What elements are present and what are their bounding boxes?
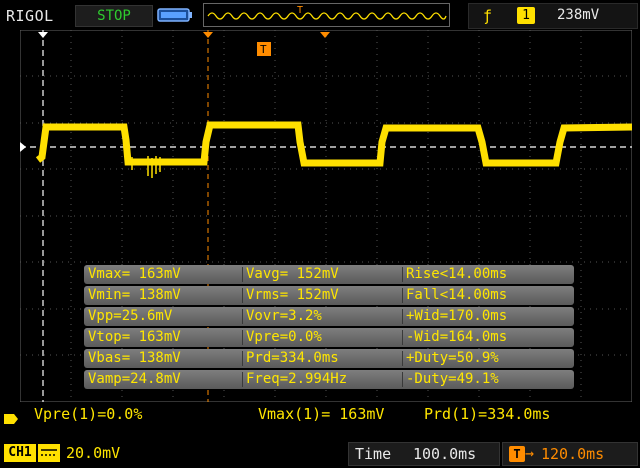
trigger-badge-label: T — [260, 43, 267, 56]
measurement-vpp: Vpp=25.6mV — [88, 308, 173, 324]
measurement-fall: Fall<14.00ms — [406, 287, 508, 303]
measurement-vovr: Vovr=3.2% — [246, 308, 322, 324]
memory-depth-waveform-preview: T — [203, 3, 450, 27]
channel1-vertical-scale[interactable]: 20.0mV — [66, 444, 120, 462]
measurement-row: Vamp=24.8mV Freq=2.994Hz -Duty=49.1% — [84, 370, 574, 389]
bottom-status-bar: CH1 20.0mV Time 100.0ms T → 120.0ms — [0, 436, 640, 468]
measurement-pos-duty: +Duty=50.9% — [406, 350, 499, 366]
measurement-row: Vtop= 163mV Vpre=0.0% -Wid=164.0ms — [84, 328, 574, 347]
channel1-button[interactable]: CH1 — [4, 444, 36, 462]
dc-coupling-icon — [38, 444, 60, 462]
measurement-vamp: Vamp=24.8mV — [88, 371, 181, 387]
measurement-row: Vmin= 138mV Vrms= 152mV Fall<14.00ms — [84, 286, 574, 305]
trigger-offset-value: 120.0ms — [541, 445, 605, 463]
measurement-vmin: Vmin= 138mV — [88, 287, 181, 303]
measurement-neg-width: -Wid=164.0ms — [406, 329, 508, 345]
brand-logo: RIGOL — [6, 7, 54, 25]
measurement-vpre: Vpre=0.0% — [246, 329, 322, 345]
timebase-panel[interactable]: Time 100.0ms — [348, 442, 500, 466]
measurement-period: Prd=334.0ms — [246, 350, 339, 366]
summary-vmax: Vmax(1)= 163mV — [258, 405, 385, 423]
trigger-offset-panel[interactable]: T → 120.0ms — [502, 442, 638, 466]
memory-trigger-marker: T — [297, 5, 303, 16]
trigger-offset-icon: T — [509, 446, 525, 462]
measurement-vrms: Vrms= 152mV — [246, 287, 339, 303]
rising-edge-icon: ƒ — [483, 7, 493, 25]
measurement-vmax: Vmax= 163mV — [88, 266, 181, 282]
measurement-frequency: Freq=2.994Hz — [246, 371, 348, 387]
right-arrow-icon: → — [525, 444, 535, 462]
measurement-row: Vbas= 138mV Prd=334.0ms +Duty=50.9% — [84, 349, 574, 368]
top-status-bar: RIGOL STOP T ƒ 1 238mV — [0, 0, 640, 30]
measurements-table: Vmax= 163mV Vavg= 152mV Rise<14.00ms Vmi… — [84, 265, 574, 391]
trigger-panel[interactable]: ƒ 1 238mV — [468, 3, 638, 29]
summary-vpre: Vpre(1)=0.0% — [34, 405, 143, 423]
measurement-row: Vpp=25.6mV Vovr=3.2% +Wid=170.0ms — [84, 307, 574, 326]
measurement-rise: Rise<14.00ms — [406, 266, 508, 282]
measurement-vbas: Vbas= 138mV — [88, 350, 181, 366]
battery-icon — [157, 8, 192, 22]
measurement-neg-duty: -Duty=49.1% — [406, 371, 499, 387]
run-stop-status[interactable]: STOP — [75, 5, 153, 27]
timebase-label: Time — [355, 445, 392, 463]
trigger-source-channel: 1 — [517, 7, 535, 24]
measurement-vtop: Vtop= 163mV — [88, 329, 181, 345]
trigger-level: 238mV — [557, 7, 600, 23]
measurement-row: Vmax= 163mV Vavg= 152mV Rise<14.00ms — [84, 265, 574, 284]
measurement-vavg: Vavg= 152mV — [246, 266, 339, 282]
summary-period: Prd(1)=334.0ms — [424, 405, 551, 423]
channel1-offset-marker-icon — [4, 414, 18, 424]
timebase-scale: 100.0ms — [413, 445, 477, 463]
measurement-pos-width: +Wid=170.0ms — [406, 308, 508, 324]
